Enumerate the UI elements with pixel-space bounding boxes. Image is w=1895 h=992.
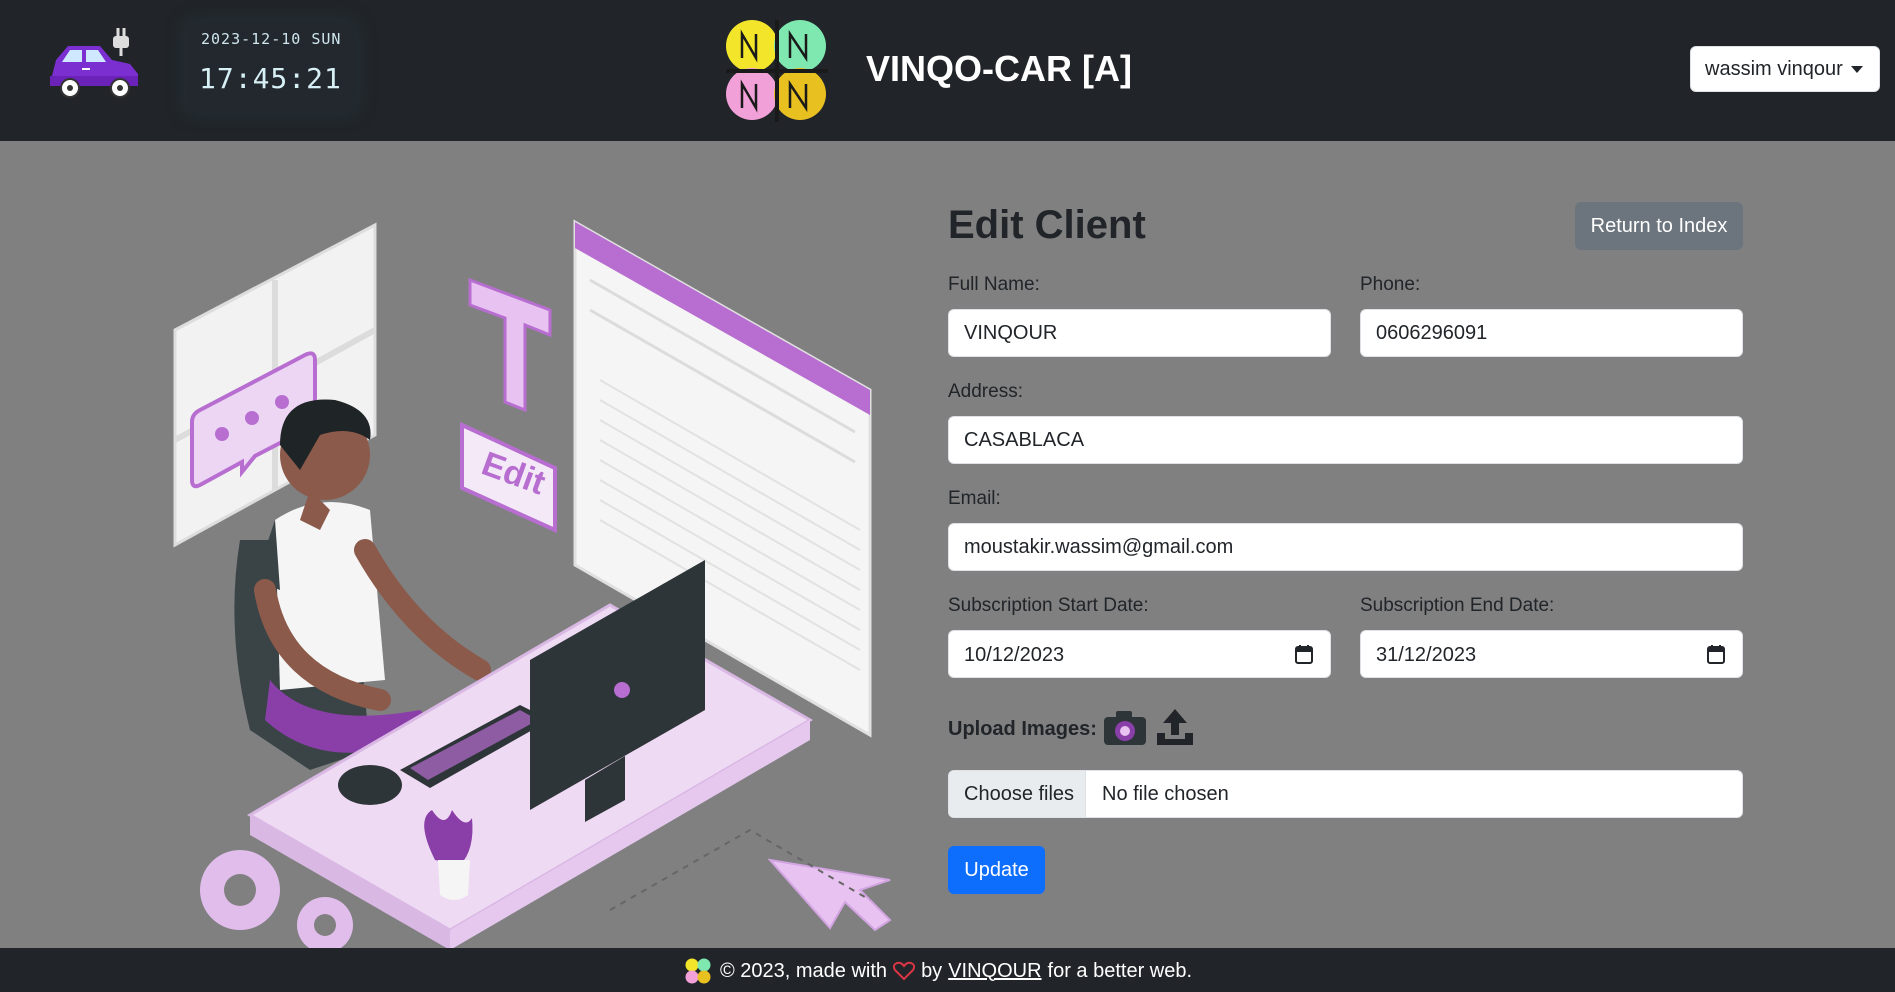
subscription-start-value: 10/12/2023 xyxy=(964,644,1065,666)
footer-suffix: for a better web. xyxy=(1047,959,1193,982)
clock-time: 17:45:21 xyxy=(199,62,342,95)
user-menu-dropdown[interactable]: wassim vinqour xyxy=(1690,46,1880,92)
page-title: Edit Client xyxy=(948,203,1146,247)
address-label: Address: xyxy=(948,381,1023,402)
no-file-text: No file chosen xyxy=(1102,783,1229,805)
brand-logo-small-icon xyxy=(685,958,711,984)
illustration-image: Edit xyxy=(173,219,892,950)
subscription-end-label: Subscription End Date: xyxy=(1360,595,1555,616)
subscription-start-date-field[interactable]: 10/12/2023 xyxy=(948,630,1331,678)
email-field[interactable] xyxy=(948,523,1743,571)
footer-text: © 2023, made with by VINQOUR for a bette… xyxy=(684,957,1198,985)
phone-field[interactable] xyxy=(1360,309,1743,357)
app-title: VINQO-CAR [A] xyxy=(866,48,1132,89)
caret-down-icon xyxy=(1851,66,1863,73)
car-logo-icon[interactable] xyxy=(42,24,144,104)
top-navbar: 2023-12-10 SUN 17:45:21 VINQO-CAR [A] wa… xyxy=(0,0,1895,141)
upload-icon[interactable] xyxy=(1155,707,1195,747)
author-link[interactable]: VINQOUR xyxy=(948,960,1041,983)
update-button[interactable]: Update xyxy=(948,846,1045,894)
full-name-field[interactable] xyxy=(948,309,1331,357)
subscription-start-label: Subscription Start Date: xyxy=(948,595,1149,616)
email-label: Email: xyxy=(948,488,1001,509)
file-upload-input[interactable]: Choose files No file chosen xyxy=(948,770,1743,818)
calendar-icon[interactable] xyxy=(1707,644,1725,664)
subscription-end-date-field[interactable]: 31/12/2023 xyxy=(1360,630,1743,678)
brand-logo-icon xyxy=(726,20,828,122)
user-menu-label: wassim vinqour xyxy=(1705,58,1843,80)
camera-icon[interactable] xyxy=(1102,709,1148,747)
upload-images-label: Upload Images: xyxy=(948,718,1097,740)
address-field[interactable] xyxy=(948,416,1743,464)
phone-label: Phone: xyxy=(1360,274,1421,295)
choose-files-button[interactable]: Choose files xyxy=(949,771,1086,817)
clock-date: 2023-12-10 SUN xyxy=(201,30,342,48)
footer-by: by xyxy=(921,959,943,982)
return-to-index-button[interactable]: Return to Index xyxy=(1575,202,1743,250)
footer-prefix: © 2023, made with xyxy=(720,959,888,982)
subscription-end-value: 31/12/2023 xyxy=(1376,644,1477,666)
digital-clock: 2023-12-10 SUN 17:45:21 xyxy=(186,22,356,112)
full-name-label: Full Name: xyxy=(948,274,1040,295)
heart-icon xyxy=(893,961,916,981)
calendar-icon[interactable] xyxy=(1295,644,1313,664)
footer: © 2023, made with by VINQOUR for a bette… xyxy=(0,948,1895,992)
